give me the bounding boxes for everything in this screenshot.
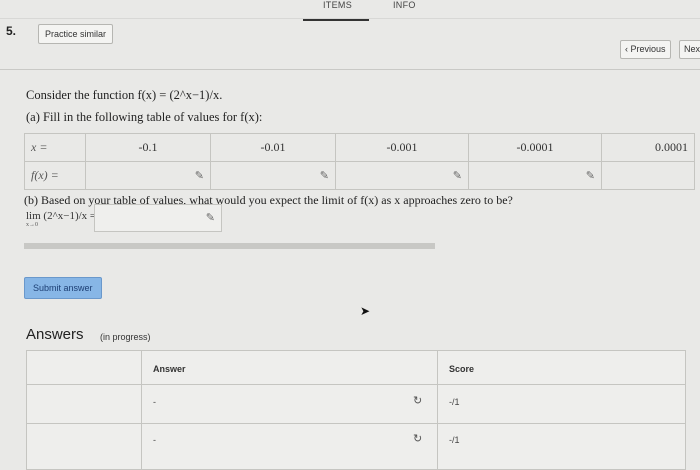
next-button[interactable]: Next [679,40,700,59]
x-value-cell: -0.1 [85,133,211,162]
fx-input-cell[interactable]: ✎ [210,161,336,190]
header-divider [0,69,700,70]
x-value-cell: -0.01 [210,133,336,162]
question-number: 5. [6,24,17,38]
limit-answer-input[interactable]: ✎ [94,204,222,232]
submit-answer-button[interactable]: Submit answer [24,277,102,299]
answers-status: (in progress) [100,332,151,342]
active-tab-indicator [303,19,369,21]
values-table: x = -0.1 -0.01 -0.001 -0.0001 0.0001 f(x… [24,133,695,190]
x-value-cell: -0.001 [335,133,469,162]
row-divider [27,423,685,424]
x-row-label: x = [24,133,86,162]
score-cell: -/1 [449,397,460,407]
tab-info[interactable]: INFO [393,0,416,10]
answer-column-header: Answer [153,364,186,374]
x-value-cell: 0.0001 [601,133,695,162]
pencil-icon: ✎ [452,170,462,182]
score-cell: -/1 [449,435,460,445]
refresh-icon[interactable]: ↻ [413,432,422,445]
answer-cell: - [153,435,156,445]
limit-expression: lim (2^x−1)/x = [26,210,97,222]
score-column-header: Score [449,364,475,374]
progress-bar [24,243,435,249]
fx-input-cell[interactable]: ✎ [85,161,211,190]
practice-similar-button[interactable]: Practice similar [38,24,114,44]
x-value-cell: -0.0001 [468,133,602,162]
answer-cell: - [153,397,156,407]
pencil-icon: ✎ [319,170,329,182]
refresh-icon[interactable]: ↻ [413,394,422,407]
fx-input-cell[interactable] [601,161,695,190]
answers-table: Answer Score - ↻ -/1 - ↻ -/1 [26,350,686,470]
column-divider [141,351,142,469]
tab-items[interactable]: ITEMS [323,0,352,10]
problem-intro: Consider the function f(x) = (2^x−1)/x. [26,88,223,102]
pencil-icon: ✎ [585,170,595,182]
previous-button[interactable]: ‹ Previous [620,40,671,59]
pencil-icon: ✎ [194,170,204,182]
limit-subscript: x→0 [26,222,38,228]
answers-title: Answers [26,326,84,343]
fx-input-cell[interactable]: ✎ [335,161,469,190]
column-divider [437,351,438,469]
fx-row-label: f(x) = [24,161,86,190]
pointer-cursor-icon: ➤ [360,304,371,318]
part-a-prompt: (a) Fill in the following table of value… [26,110,263,124]
pencil-icon: ✎ [205,212,215,224]
header-row-divider [27,384,685,385]
fx-input-cell[interactable]: ✎ [468,161,602,190]
